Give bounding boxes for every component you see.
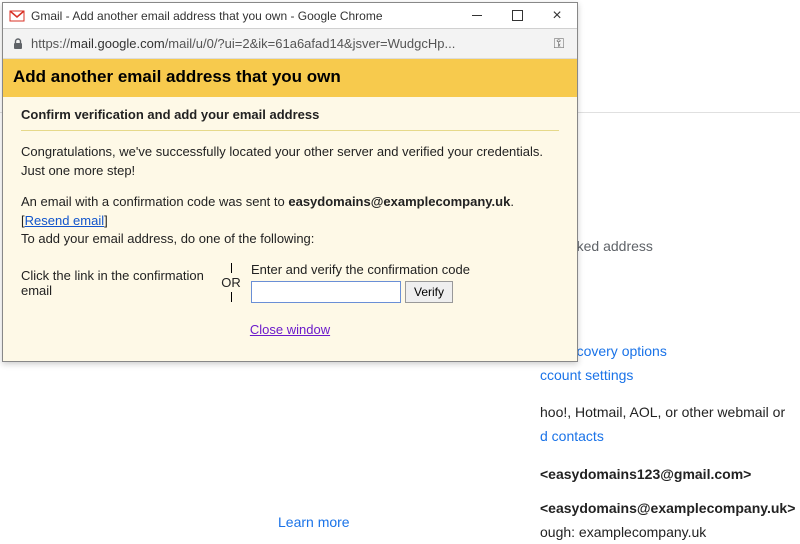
sent-email: easydomains@examplecompany.uk xyxy=(288,194,510,209)
bg-email-2: <easydomains@examplecompany.uk> xyxy=(540,497,795,521)
code-label: Enter and verify the confirmation code xyxy=(251,262,470,277)
congrats-text: Congratulations, we've successfully loca… xyxy=(21,143,559,181)
bg-email-1: <easydomains123@gmail.com> xyxy=(540,463,795,487)
section-heading: Confirm verification and add your email … xyxy=(21,107,559,131)
url-text[interactable]: https://mail.google.com/mail/u/0/?ui=2&i… xyxy=(31,36,549,51)
bg-link-account-settings[interactable]: ccount settings xyxy=(540,367,633,383)
bg-text: hoo!, Hotmail, AOL, or other webmail or xyxy=(540,401,795,425)
key-icon[interactable]: ⚿ xyxy=(549,35,569,52)
window-close-button[interactable]: × xyxy=(537,3,577,29)
url-host: mail.google.com xyxy=(70,36,165,51)
or-divider: OR xyxy=(211,261,251,304)
sent-suffix: . xyxy=(510,194,514,209)
window-maximize-button[interactable] xyxy=(497,3,537,29)
or-label: OR xyxy=(221,275,241,290)
verification-options: Click the link in the confirmation email… xyxy=(21,261,559,304)
address-bar: https://mail.google.com/mail/u/0/?ui=2&i… xyxy=(3,29,577,59)
window-title: Gmail - Add another email address that y… xyxy=(31,9,457,23)
popup-header-bar: Add another email address that you own xyxy=(3,59,577,97)
resend-email-link[interactable]: Resend email xyxy=(25,213,105,228)
url-scheme: https:// xyxy=(31,36,70,51)
popup-content: Confirm verification and add your email … xyxy=(3,97,577,361)
popup-window: Gmail - Add another email address that y… xyxy=(2,2,578,362)
url-path: /mail/u/0/?ui=2&ik=61a6afad14&jsver=Wudg… xyxy=(165,36,456,51)
confirmation-code-input[interactable] xyxy=(251,281,401,303)
lock-icon xyxy=(11,37,25,51)
verify-button[interactable]: Verify xyxy=(405,281,453,303)
bg-through: ough: examplecompany.uk xyxy=(540,521,795,544)
window-minimize-button[interactable] xyxy=(457,3,497,29)
sent-prefix: An email with a confirmation code was se… xyxy=(21,194,288,209)
window-titlebar: Gmail - Add another email address that y… xyxy=(3,3,577,29)
background-text: ord ord recovery options ccount settings… xyxy=(540,316,795,544)
option-click-link: Click the link in the confirmation email xyxy=(21,268,211,298)
option-enter-code: Enter and verify the confirmation code V… xyxy=(251,262,559,303)
learn-more-link[interactable]: Learn more xyxy=(278,514,350,530)
sent-text: An email with a confirmation code was se… xyxy=(21,193,559,250)
todo-text: To add your email address, do one of the… xyxy=(21,231,314,246)
close-window-link[interactable]: Close window xyxy=(250,322,330,337)
gmail-icon xyxy=(9,8,25,24)
page-title: Add another email address that you own xyxy=(13,67,567,87)
bg-link-contacts[interactable]: d contacts xyxy=(540,428,604,444)
